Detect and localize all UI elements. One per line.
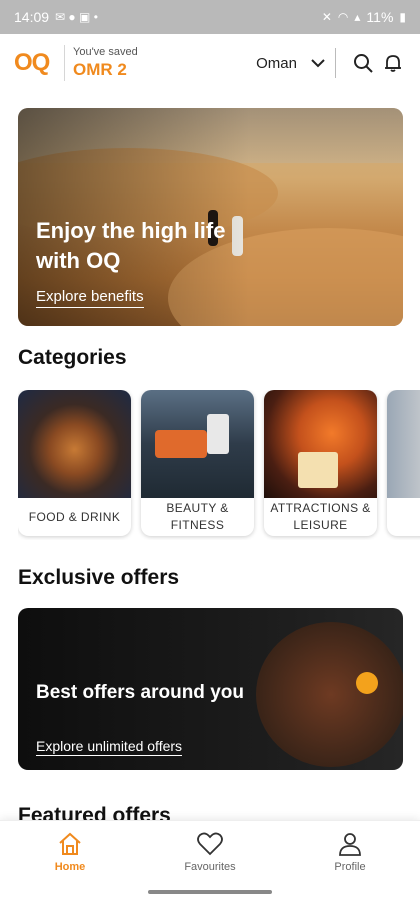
category-label: FOOD & DRINK bbox=[28, 509, 121, 524]
offer-title: Best offers around you bbox=[36, 682, 244, 703]
exclusive-offers-heading: Exclusive offers bbox=[18, 566, 180, 589]
categories-carousel[interactable]: FOOD & DRINK BEAUTY & FITNESS ATTRACTION… bbox=[18, 390, 420, 540]
heart-icon bbox=[197, 832, 223, 855]
nav-favourites-label: Favourites bbox=[184, 860, 236, 873]
saved-amount: OMR 2 bbox=[73, 60, 127, 79]
status-time: 14:09 bbox=[14, 9, 50, 25]
towel-shape bbox=[155, 430, 207, 458]
oq-logo[interactable]: OQ bbox=[14, 49, 58, 77]
popcorn-shape bbox=[298, 452, 338, 488]
category-card-fashion[interactable]: FA bbox=[387, 390, 420, 536]
app-header: OQ You've saved OMR 2 Oman bbox=[0, 34, 420, 92]
category-label: FA bbox=[387, 498, 420, 536]
nav-profile-label: Profile bbox=[334, 860, 366, 873]
battery-level: 11% bbox=[366, 9, 394, 25]
nav-home[interactable]: Home bbox=[0, 821, 140, 882]
nav-favourites[interactable]: Favourites bbox=[140, 821, 280, 882]
shaker-shape bbox=[207, 414, 229, 454]
burger-image bbox=[18, 390, 131, 498]
savings-summary: You've saved OMR 2 bbox=[73, 46, 138, 80]
category-card-beauty-fitness[interactable]: BEAUTY & FITNESS bbox=[141, 390, 254, 536]
home-icon bbox=[59, 832, 81, 855]
search-icon bbox=[354, 54, 373, 73]
mute-icon: ✕ bbox=[321, 10, 332, 24]
wifi-icon: ◠ bbox=[337, 10, 349, 24]
notifications-button[interactable] bbox=[380, 50, 406, 76]
chevron-down-icon bbox=[311, 59, 325, 68]
nav-profile[interactable]: Profile bbox=[280, 821, 420, 882]
home-gesture-pill[interactable] bbox=[148, 890, 272, 894]
header-divider-2 bbox=[335, 48, 336, 78]
fashion-image bbox=[387, 390, 420, 498]
bell-icon bbox=[385, 55, 401, 72]
category-card-attractions-leisure[interactable]: ATTRACTIONS & LEISURE bbox=[264, 390, 377, 536]
signal-icon: ▴ bbox=[354, 10, 361, 24]
category-label: BEAUTY & FITNESS bbox=[166, 501, 229, 532]
country-selector[interactable]: Oman bbox=[256, 55, 325, 72]
fitness-image bbox=[141, 390, 254, 498]
categories-heading: Categories bbox=[18, 346, 127, 369]
hero-banner[interactable]: Enjoy the high life with OQ Explore bene… bbox=[18, 108, 403, 326]
crawfish-platter-image bbox=[256, 622, 403, 767]
system-home-bar bbox=[0, 882, 420, 900]
country-label: Oman bbox=[256, 54, 297, 72]
lemon-shape bbox=[356, 672, 378, 694]
hero-title: Enjoy the high life with OQ bbox=[36, 218, 226, 273]
category-label: ATTRACTIONS & LEISURE bbox=[270, 501, 371, 532]
saved-label: You've saved bbox=[73, 46, 138, 58]
status-bar: 14:09 ✉ ● ▣ • ✕ ◠ ▴ 11% ▮ bbox=[0, 0, 420, 34]
category-card-food-drink[interactable]: FOOD & DRINK bbox=[18, 390, 131, 536]
explore-offers-link[interactable]: Explore unlimited offers bbox=[36, 738, 183, 756]
explore-benefits-link[interactable]: Explore benefits bbox=[36, 288, 144, 308]
bottom-navigation: Home Favourites Profile bbox=[0, 820, 420, 882]
cinema-image bbox=[264, 390, 377, 498]
exclusive-offer-banner[interactable]: Best offers around you Explore unlimited… bbox=[18, 608, 403, 770]
header-divider bbox=[64, 45, 65, 81]
search-button[interactable] bbox=[350, 50, 376, 76]
notification-icons: ✉ ● ▣ • bbox=[55, 10, 98, 24]
battery-icon: ▮ bbox=[399, 10, 406, 24]
user-icon bbox=[339, 832, 361, 856]
nav-home-label: Home bbox=[54, 860, 86, 873]
